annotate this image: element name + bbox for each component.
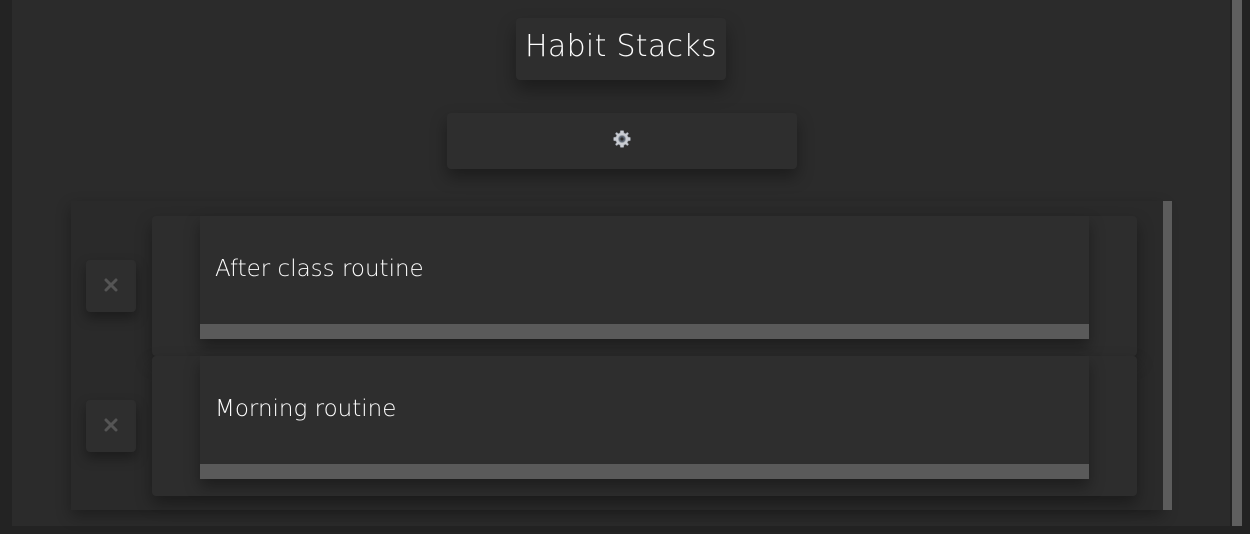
page-scrollbar[interactable]	[1232, 0, 1242, 526]
stack-list: After class routine Morning routine	[71, 201, 1163, 510]
title-card: Habit Stacks	[516, 18, 726, 80]
settings-button[interactable]	[447, 113, 797, 169]
stack-header[interactable]: After class routine	[200, 216, 1089, 339]
delete-stack-button[interactable]	[86, 260, 136, 312]
list-item: Morning routine	[71, 341, 1163, 496]
stack-card: After class routine	[152, 216, 1137, 356]
list-item: After class routine	[71, 201, 1163, 356]
stack-name: Morning routine	[215, 396, 397, 422]
progress-bar	[200, 324, 1089, 339]
list-scrollbar[interactable]	[1163, 201, 1172, 510]
stack-header[interactable]: Morning routine	[200, 356, 1089, 479]
progress-bar	[200, 464, 1089, 479]
stack-name: After class routine	[215, 256, 424, 282]
stack-card: Morning routine	[152, 356, 1137, 496]
close-icon	[104, 417, 118, 436]
delete-stack-button[interactable]	[86, 400, 136, 452]
page-title: Habit Stacks	[525, 28, 717, 64]
gear-icon	[612, 129, 632, 153]
close-icon	[104, 277, 118, 296]
